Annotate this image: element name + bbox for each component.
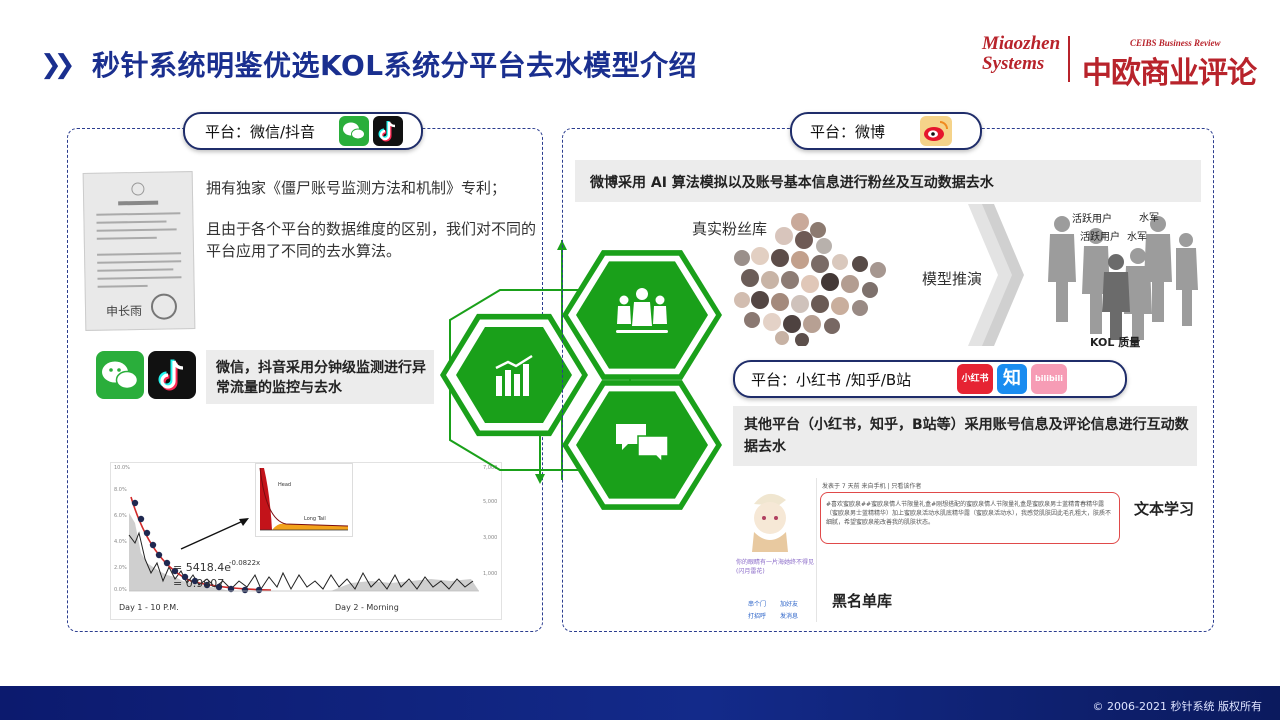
water-army-label: 水军 xyxy=(1139,213,1159,224)
user-action[interactable]: 打招呼 xyxy=(748,612,766,621)
xiaohongshu-icon: 小红书 xyxy=(957,364,993,394)
y-left-tick: 4.0% xyxy=(114,539,127,545)
chevron-double-icon: ❯❯ xyxy=(40,50,75,80)
wechat-icon xyxy=(96,351,144,399)
y-left-tick: 2.0% xyxy=(114,565,127,571)
ceibs-logo-text: CEIBS Business Review xyxy=(1130,38,1221,48)
user-action[interactable]: 发消息 xyxy=(780,612,798,621)
weibo-icon xyxy=(920,116,952,146)
cbr-logo: 中欧商业评论 xyxy=(1082,56,1257,91)
r-squared-text: = 0.9907 xyxy=(173,577,224,590)
formula-exponent: -0.0822x xyxy=(229,559,260,567)
inset-tail-label: Long Tail xyxy=(304,516,326,522)
fan-avatar-cloud xyxy=(730,210,890,347)
monitor-text: 微信，抖音采用分钟级监测进行异常流量的监控与去水 xyxy=(216,360,426,396)
card-divider xyxy=(816,478,817,622)
logo-divider xyxy=(1068,36,1070,82)
patent-text: 拥有独家《僵尸账号监测方法和机制》专利； xyxy=(206,179,507,197)
y-left-tick: 0.0% xyxy=(114,587,127,593)
pill-label: 平台：微博 xyxy=(810,123,886,141)
other-platforms-pill: 平台：小红书 /知乎/B站 小红书 知 bilibili xyxy=(733,360,1127,398)
douyin-icon xyxy=(373,116,403,146)
user-action[interactable]: 串个门 xyxy=(748,600,766,609)
active-user-label: 活跃用户 xyxy=(1080,232,1120,243)
text-learning-label: 文本学习 xyxy=(1134,500,1195,518)
user-silhouettes-graphic xyxy=(1048,216,1198,340)
weibo-desc: 微博采用 AI 算法模拟以及账号基本信息进行粉丝及互动数据去水 xyxy=(590,175,994,191)
bilibili-icon: bilibili xyxy=(1031,364,1067,394)
user-name[interactable]: 你的眼睛有一片海她终不得见(闪月雷花) xyxy=(736,558,814,576)
page-title: 秒针系统明鉴优选KOL系统分平台去水模型介绍 xyxy=(92,49,698,82)
wechat-icon xyxy=(339,116,369,146)
kol-quality-label: KOL 质量 xyxy=(1090,336,1141,349)
y-left-tick: 6.0% xyxy=(114,513,127,519)
inset-head-label: Head xyxy=(278,482,291,488)
y-right-tick: 1,000 xyxy=(483,571,497,577)
logo-line-1: Miaozhen xyxy=(982,33,1061,54)
weibo-pill: 平台：微博 xyxy=(790,112,982,150)
long-tail-inset: Head Long Tail xyxy=(255,463,353,537)
svg-text:申长雨: 申长雨 xyxy=(106,304,142,319)
comment-card: 你的眼睛有一片海她终不得见(闪月雷花) 串个门 加好友 打招呼 发消息 发表于 … xyxy=(734,474,1126,624)
water-army-label: 水军 xyxy=(1127,232,1147,243)
comment-body: #喜欢蜜欧泉##蜜欧泉情人节限量礼盒#刚想搭配的蜜欧泉情人节限量礼盒是蜜欧泉男士… xyxy=(826,501,1112,526)
logo-line-2: Systems xyxy=(982,53,1045,74)
x-label-right: Day 2 - Morning xyxy=(335,603,399,612)
y-right-tick: 3,000 xyxy=(483,535,497,541)
wechat-douyin-pill: 平台：微信/抖音 xyxy=(183,112,423,150)
blacklist-label: 黑名单库 xyxy=(832,592,893,610)
copyright-text: © 2006-2021 秒针系统 版权所有 xyxy=(1092,700,1262,713)
y-left-tick: 10.0% xyxy=(114,465,130,471)
footer-bar xyxy=(0,686,1280,720)
pill-label: 平台：小红书 /知乎/B站 xyxy=(751,371,912,389)
x-label-left: Day 1 - 10 P.M. xyxy=(119,603,179,612)
other-desc: 其他平台（小红书，知乎，B站等）采用账号信息及评论信息进行互动数据去水 xyxy=(744,417,1189,455)
patent-certificate-image: 申长雨 xyxy=(82,171,196,331)
pill-label: 平台：微信/抖音 xyxy=(205,123,316,141)
double-chevron-right-icon xyxy=(968,204,1024,346)
formula-text: = 5418.4e xyxy=(173,561,231,574)
douyin-icon xyxy=(148,351,196,399)
active-user-label: 活跃用户 xyxy=(1072,214,1112,225)
zhihu-icon: 知 xyxy=(997,364,1027,394)
user-action[interactable]: 加好友 xyxy=(780,600,798,609)
user-avatar xyxy=(738,484,804,554)
comment-meta: 发表于 7 天前 来自手机 | 只看该作者 xyxy=(822,483,922,490)
miaozhen-logo: Miaozhen Systems xyxy=(982,33,1061,74)
y-left-tick: 8.0% xyxy=(114,487,127,493)
